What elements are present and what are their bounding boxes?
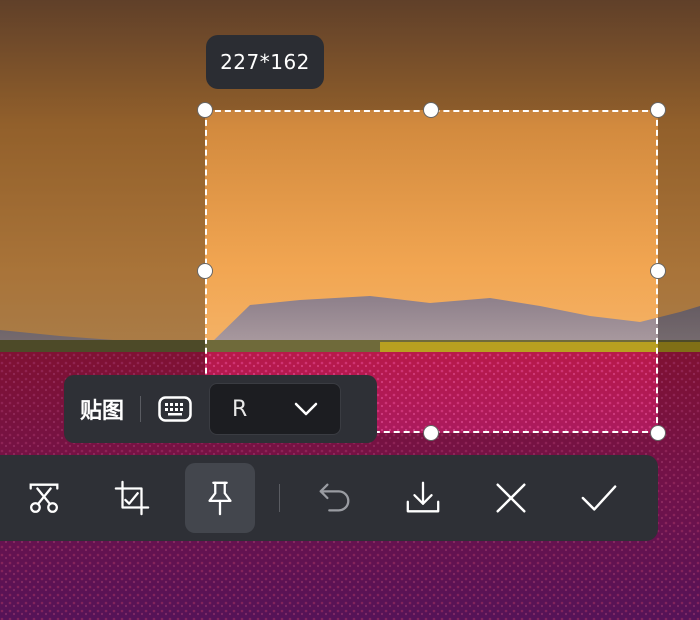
- crop-check-icon: [114, 480, 150, 516]
- undo-icon: [319, 483, 350, 512]
- confirm-button[interactable]: [564, 463, 634, 533]
- shortcut-key-value: R: [232, 396, 248, 422]
- resize-handle-bottom[interactable]: [423, 425, 439, 441]
- selection-size-tooltip: 227*162: [206, 35, 324, 89]
- divider: [140, 396, 142, 422]
- resize-handle-right[interactable]: [650, 263, 666, 279]
- download-icon: [406, 481, 440, 513]
- resize-handle-left[interactable]: [197, 263, 213, 279]
- scissors-icon: [29, 483, 59, 513]
- shortcut-key-dropdown[interactable]: R: [209, 383, 342, 435]
- undo-button[interactable]: [300, 463, 370, 533]
- cutout-tool-button[interactable]: [9, 463, 79, 533]
- chevron-down-icon: [294, 402, 318, 416]
- resize-handle-bottom-right[interactable]: [650, 425, 666, 441]
- crop-confirm-tool-button[interactable]: [97, 463, 167, 533]
- selection-size-text: 227*162: [220, 50, 310, 74]
- check-icon: [581, 485, 617, 511]
- resize-handle-top[interactable]: [423, 102, 439, 118]
- capture-toolbar: [0, 455, 658, 541]
- save-button[interactable]: [388, 463, 458, 533]
- resize-handle-top-left[interactable]: [197, 102, 213, 118]
- pin-icon: [208, 481, 232, 516]
- pin-label: 贴图: [80, 399, 125, 424]
- keyboard-icon: [157, 394, 193, 424]
- cancel-button[interactable]: [476, 463, 546, 533]
- resize-handle-top-right[interactable]: [650, 102, 666, 118]
- close-icon: [496, 483, 526, 513]
- pin-options-panel: 贴图 R: [64, 375, 377, 443]
- toolbar-divider: [279, 484, 280, 512]
- pin-tool-button[interactable]: [185, 463, 255, 533]
